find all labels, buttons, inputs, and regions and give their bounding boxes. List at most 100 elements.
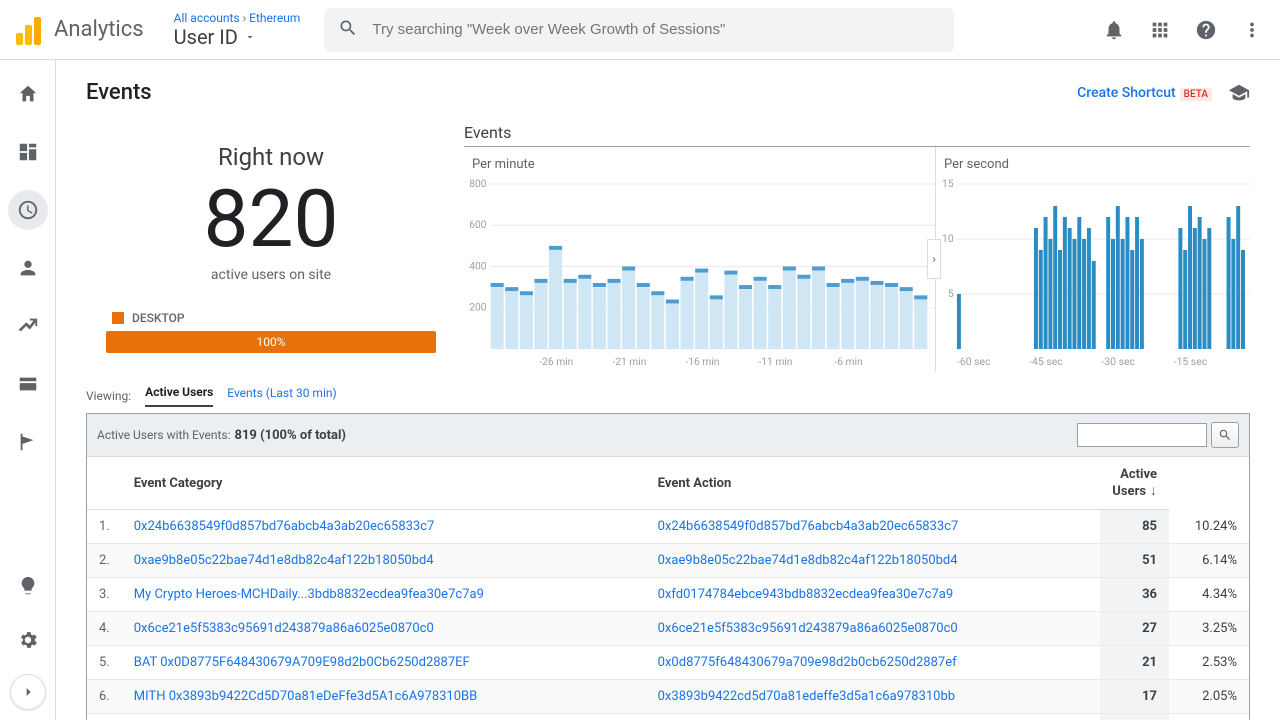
active-users-pct: 1.81% [1169, 714, 1249, 720]
active-users-count: 51 [1100, 544, 1169, 578]
table-search-button[interactable] [1211, 422, 1239, 448]
apps-icon[interactable] [1148, 18, 1172, 42]
account-picker[interactable]: All accounts › Ethereum User ID [174, 11, 301, 49]
event-action[interactable]: 0x6ce21e5f5383c95691d243879a86a6025e0870… [646, 612, 1101, 646]
col-event-category[interactable]: Event Category [122, 457, 646, 510]
chart-per-second: Per second 51015-60 sec-45 sec-30 sec-15… [936, 147, 1250, 371]
event-category[interactable]: 0x24b6638549f0d857bd76abcb4a3ab20ec65833… [122, 510, 646, 544]
table-row[interactable]: 4.0x6ce21e5f5383c95691d243879a86a6025e08… [87, 612, 1249, 646]
education-icon[interactable] [1228, 82, 1250, 104]
events-table: Active Users with Events: 819 (100% of t… [86, 413, 1250, 720]
svg-text:-11 min: -11 min [758, 357, 792, 368]
notifications-icon[interactable] [1102, 18, 1126, 42]
nav-expand-button[interactable] [10, 674, 46, 710]
event-action[interactable]: 0x0d8775f648430679a709e98d2b0cb6250d2887… [646, 646, 1101, 680]
row-index: 7. [87, 714, 122, 720]
sidenav [0, 60, 56, 720]
event-category[interactable]: My Crypto Heroes-MCHDaily...3bdb8832ecde… [122, 578, 646, 612]
nav-audience[interactable] [8, 248, 48, 288]
active-users-pct: 6.14% [1169, 544, 1249, 578]
searchbar[interactable] [324, 8, 954, 52]
logo: Analytics [16, 15, 144, 45]
nav-realtime[interactable] [8, 190, 48, 230]
event-action[interactable]: 0x24b6638549f0d857bd76abcb4a3ab20ec65833… [646, 510, 1101, 544]
chart-per-minute: Per minute 200400600800-26 min-21 min-16… [464, 147, 936, 371]
svg-text:10: 10 [942, 234, 954, 245]
tab-active-users[interactable]: Active Users [145, 385, 213, 407]
topbar: Analytics All accounts › Ethereum User I… [0, 0, 1280, 60]
event-category[interactable]: MITH 0x3893b9422Cd5D70a81eDeFfe3d5A1c6A9… [122, 680, 646, 714]
nav-admin[interactable] [8, 620, 48, 660]
table-row[interactable]: 2.0xae9b8e05c22bae74d1e8db82c4af122b1805… [87, 544, 1249, 578]
nav-behavior[interactable] [8, 364, 48, 404]
chart-per-second-svg: 51015-60 sec-45 sec-30 sec-15 sec [936, 176, 1250, 371]
nav-home[interactable] [8, 74, 48, 114]
active-users-pct: 2.05% [1169, 680, 1249, 714]
active-users-count: 15 [1100, 714, 1169, 720]
active-users-with-events-value: 819 (100% of total) [234, 428, 346, 443]
legend-swatch [112, 312, 124, 324]
rightnow-panel: Right now 820 active users on site DESKT… [86, 123, 456, 371]
row-index: 1. [87, 510, 122, 544]
chart-per-minute-label: Per minute [464, 153, 935, 176]
charts-panel: Events Per minute 200400600800-26 min-21… [464, 123, 1250, 371]
nav-customization[interactable] [8, 132, 48, 172]
event-action[interactable]: 0x36c4ee013d4df2acb5ab4d0d11f43773295f29… [646, 714, 1101, 720]
svg-text:-6 min: -6 min [834, 357, 862, 368]
brand-name: Analytics [54, 17, 144, 42]
sort-desc-icon: ↓ [1146, 483, 1157, 499]
row-index: 4. [87, 612, 122, 646]
top-actions [1102, 18, 1264, 42]
event-category[interactable]: BAT 0x0D8775F648430679A709E98d2b0Cb6250d… [122, 646, 646, 680]
svg-text:15: 15 [942, 179, 954, 190]
svg-text:600: 600 [469, 220, 487, 231]
rightnow-count: 820 [106, 179, 436, 259]
table-row[interactable]: 5.BAT 0x0D8775F648430679A709E98d2b0Cb625… [87, 646, 1249, 680]
svg-text:400: 400 [469, 262, 487, 273]
chart-per-second-label: Per second [936, 153, 1250, 176]
col-event-action[interactable]: Event Action [646, 457, 1101, 510]
svg-text:-45 sec: -45 sec [1029, 357, 1063, 368]
table-row[interactable]: 7.0x36c4ee013d4df2acb5ab4d0d11f43773295f… [87, 714, 1249, 720]
active-users-count: 27 [1100, 612, 1169, 646]
active-users-with-events-label: Active Users with Events: [97, 428, 230, 442]
col-index [87, 457, 122, 510]
tab-events-30min[interactable]: Events (Last 30 min) [227, 386, 336, 406]
table-search-input[interactable] [1077, 423, 1207, 447]
svg-text:-30 sec: -30 sec [1101, 357, 1135, 368]
event-action[interactable]: 0xfd0174784ebce943bdb8832ecdea9fea30e7c7… [646, 578, 1101, 612]
svg-text:5: 5 [948, 289, 954, 300]
caret-down-icon [244, 31, 256, 43]
event-category[interactable]: 0x6ce21e5f5383c95691d243879a86a6025e0870… [122, 612, 646, 646]
breadcrumb-project[interactable]: Ethereum [249, 11, 300, 25]
row-index: 3. [87, 578, 122, 612]
help-icon[interactable] [1194, 18, 1218, 42]
active-users-pct: 3.25% [1169, 612, 1249, 646]
event-category[interactable]: 0xae9b8e05c22bae74d1e8db82c4af122b18050b… [122, 544, 646, 578]
active-users-count: 21 [1100, 646, 1169, 680]
svg-text:200: 200 [469, 303, 487, 314]
search-input[interactable] [372, 21, 940, 38]
nav-discover[interactable] [8, 566, 48, 606]
svg-text:-21 min: -21 min [612, 357, 646, 368]
analytics-logo-icon [16, 15, 42, 45]
nav-acquisition[interactable] [8, 306, 48, 346]
rightnow-subtitle: active users on site [106, 267, 436, 283]
table-row[interactable]: 1.0x24b6638549f0d857bd76abcb4a3ab20ec658… [87, 510, 1249, 544]
view-tabs: Viewing: Active Users Events (Last 30 mi… [86, 385, 1250, 407]
rightnow-title: Right now [106, 143, 436, 171]
table-row[interactable]: 6.MITH 0x3893b9422Cd5D70a81eDeFfe3d5A1c6… [87, 680, 1249, 714]
table-row[interactable]: 3.My Crypto Heroes-MCHDaily...3bdb8832ec… [87, 578, 1249, 612]
device-legend: DESKTOP [106, 311, 436, 325]
event-category[interactable]: 0x36c4ee013d4df2acb5ab4d0d11f43773295f29… [122, 714, 646, 720]
event-action[interactable]: 0x3893b9422cd5d70a81edeffe3d5a1c6a978310… [646, 680, 1101, 714]
chart-per-minute-svg: 200400600800-26 min-21 min-16 min-11 min… [464, 176, 935, 371]
charts-title: Events [464, 123, 1250, 142]
create-shortcut-link[interactable]: Create ShortcutBETA [1077, 85, 1212, 101]
event-action[interactable]: 0xae9b8e05c22bae74d1e8db82c4af122b18050b… [646, 544, 1101, 578]
col-active-users[interactable]: Active Users↓ [1100, 457, 1169, 510]
more-vert-icon[interactable] [1240, 18, 1264, 42]
nav-conversions[interactable] [8, 422, 48, 462]
breadcrumb-accounts[interactable]: All accounts [174, 11, 240, 25]
row-index: 2. [87, 544, 122, 578]
